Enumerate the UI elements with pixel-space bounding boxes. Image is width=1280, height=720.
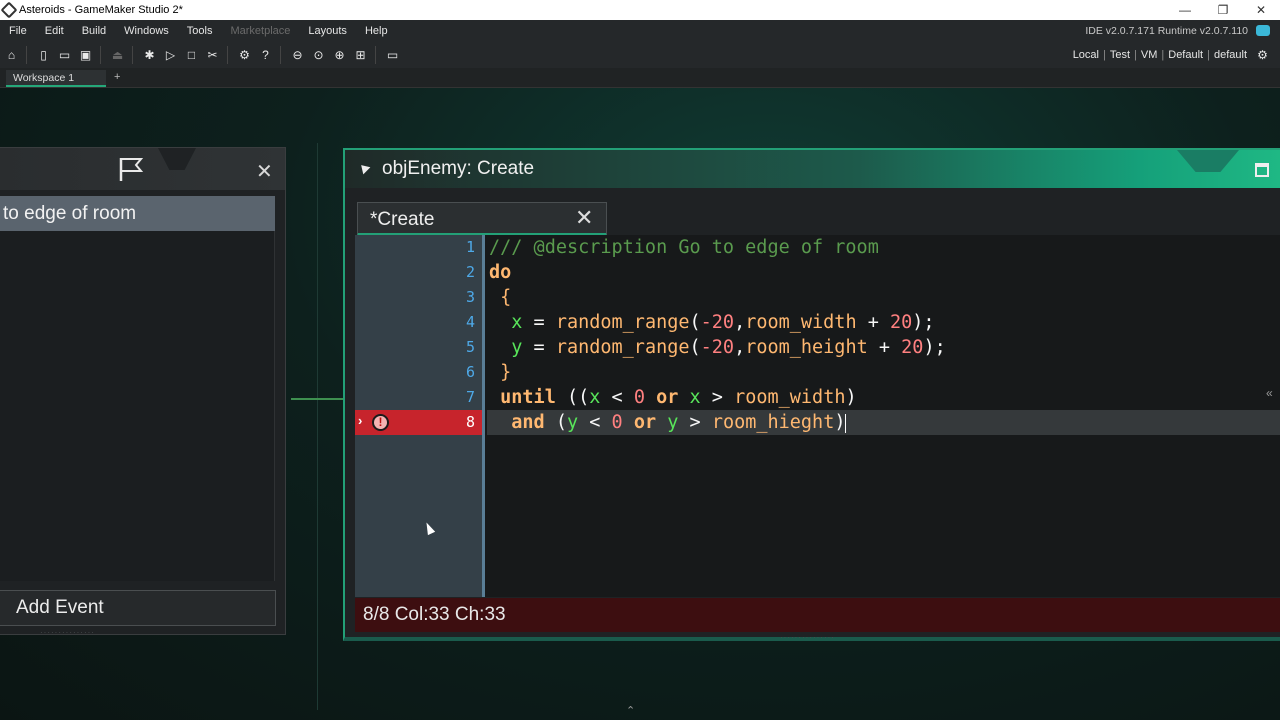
code-line[interactable]: and (y < 0 or y > room_hieght) <box>489 410 1269 435</box>
editor-status-bar: 8/8 Col:33 Ch:33 <box>355 598 1280 632</box>
menu-file[interactable]: File <box>0 20 36 42</box>
stop-icon[interactable]: □ <box>182 46 201 65</box>
restore-button[interactable]: ❐ <box>1204 0 1242 20</box>
export-icon[interactable]: ⏏ <box>108 46 127 65</box>
expand-output-panel-icon[interactable]: ⌃ <box>626 704 635 717</box>
gamemaker-logo-icon <box>0 1 18 19</box>
menu-layouts[interactable]: Layouts <box>299 20 356 42</box>
layout-icon[interactable]: ▭ <box>383 46 402 65</box>
menu-tools[interactable]: Tools <box>178 20 222 42</box>
events-panel-header[interactable]: ✕ <box>0 148 285 190</box>
chat-icon[interactable] <box>1256 25 1270 36</box>
line-number: 3 <box>465 288 475 306</box>
menu-windows[interactable]: Windows <box>115 20 178 42</box>
resize-grip[interactable]: ··············· <box>40 628 95 637</box>
collapse-right-panel-icon[interactable]: « <box>1266 386 1273 400</box>
toolbar-separator <box>132 46 133 64</box>
text-caret <box>845 413 847 433</box>
close-tab-icon[interactable]: ✕ <box>575 205 593 231</box>
menu-marketplace[interactable]: Marketplace <box>221 20 299 42</box>
grid-icon[interactable]: ⊞ <box>351 46 370 65</box>
title-bar: Asteroids - GameMaker Studio 2* — ❐ ✕ <box>0 0 1280 20</box>
help-icon[interactable]: ? <box>256 46 275 65</box>
close-window-button[interactable]: ✕ <box>1242 0 1280 20</box>
line-number: 6 <box>465 363 475 381</box>
code-line[interactable]: } <box>489 360 1269 385</box>
code-line[interactable]: y = random_range(-20,room_height + 20); <box>489 335 1269 360</box>
menu-edit[interactable]: Edit <box>36 20 73 42</box>
workspace-tab[interactable]: Workspace 1 <box>6 70 106 87</box>
workspace-tab-strip: Workspace 1 + <box>0 68 1280 88</box>
toolbar-separator <box>375 46 376 64</box>
menu-bar: File Edit Build Windows Tools Marketplac… <box>0 20 1280 42</box>
line-number: 2 <box>465 263 475 281</box>
code-line[interactable]: until ((x < 0 or x > room_width) <box>489 385 1269 410</box>
target-settings-icon[interactable]: ⚙ <box>1253 46 1272 65</box>
header-notch <box>1177 150 1239 172</box>
event-list: to edge of room <box>0 196 275 581</box>
settings-icon[interactable]: ⚙ <box>235 46 254 65</box>
header-notch <box>158 148 196 170</box>
target-platform[interactable]: Local <box>1069 49 1103 61</box>
maximize-icon[interactable] <box>1255 163 1269 177</box>
line-number: 7 <box>465 388 475 406</box>
workspace-divider <box>317 143 318 710</box>
menu-help[interactable]: Help <box>356 20 397 42</box>
version-label: IDE v2.0.7.171 Runtime v2.0.7.110 <box>1085 25 1248 37</box>
window-controls: — ❐ ✕ <box>1166 0 1280 20</box>
flag-icon <box>119 158 144 181</box>
code-editor-window: objEnemy: Create *Create ✕ › ! 1 2 3 4 5… <box>343 148 1280 642</box>
tab-create[interactable]: *Create ✕ <box>357 202 607 236</box>
toolbar-separator <box>100 46 101 64</box>
add-event-button[interactable]: Add Event <box>0 590 276 626</box>
line-number: 4 <box>465 313 475 331</box>
editor-header[interactable]: objEnemy: Create <box>345 150 1280 188</box>
line-number: 1 <box>465 238 475 256</box>
editor-title: objEnemy: Create <box>382 158 535 179</box>
gamemaker-ide: Asteroids - GameMaker Studio 2* — ❐ ✕ Fi… <box>0 0 1280 720</box>
code-line[interactable]: x = random_range(-20,room_width + 20); <box>489 310 1269 335</box>
window-title: Asteroids - GameMaker Studio 2* <box>19 4 183 16</box>
code-line[interactable]: do <box>489 260 1269 285</box>
target-device[interactable]: Test <box>1106 49 1134 61</box>
zoom-out-icon[interactable]: ⊖ <box>288 46 307 65</box>
zoom-in-icon[interactable]: ⊕ <box>330 46 349 65</box>
window-connector-line <box>291 398 343 400</box>
line-number: 8 <box>465 413 475 431</box>
toolbar-separator <box>280 46 281 64</box>
toolbar-separator <box>227 46 228 64</box>
menu-build[interactable]: Build <box>73 20 115 42</box>
add-workspace-button[interactable]: + <box>114 71 120 83</box>
resize-grip[interactable]: ··············· <box>780 633 835 642</box>
run-icon[interactable]: ▷ <box>161 46 180 65</box>
zoom-reset-icon[interactable]: ⊙ <box>309 46 328 65</box>
gutter-separator <box>482 235 485 597</box>
new-project-icon[interactable]: ▯ <box>34 46 53 65</box>
event-item-create[interactable]: to edge of room <box>0 196 275 231</box>
collapse-icon[interactable] <box>357 161 371 175</box>
target-profile[interactable]: default <box>1210 49 1251 61</box>
home-icon[interactable]: ⌂ <box>2 46 21 65</box>
code-line[interactable]: { <box>489 285 1269 310</box>
save-icon[interactable]: ▣ <box>76 46 95 65</box>
object-events-panel: ✕ to edge of room Add Event ············… <box>0 147 286 637</box>
minimize-button[interactable]: — <box>1166 0 1204 20</box>
code-area[interactable]: › ! 1 2 3 4 5 6 7 8 /// @description Go … <box>355 235 1280 597</box>
code-line[interactable]: /// @description Go to edge of room <box>489 235 1269 260</box>
close-panel-icon[interactable]: ✕ <box>256 159 273 184</box>
toolbar-separator <box>26 46 27 64</box>
tab-create-label: *Create <box>370 209 435 230</box>
target-config[interactable]: Default <box>1164 49 1207 61</box>
target-selector: Local | Test | VM | Default | default ⚙ <box>1069 42 1272 68</box>
debug-icon[interactable]: ✱ <box>140 46 159 65</box>
line-number: 5 <box>465 338 475 356</box>
clean-icon[interactable]: ✂ <box>203 46 222 65</box>
target-vm[interactable]: VM <box>1137 49 1162 61</box>
open-project-icon[interactable]: ▭ <box>55 46 74 65</box>
